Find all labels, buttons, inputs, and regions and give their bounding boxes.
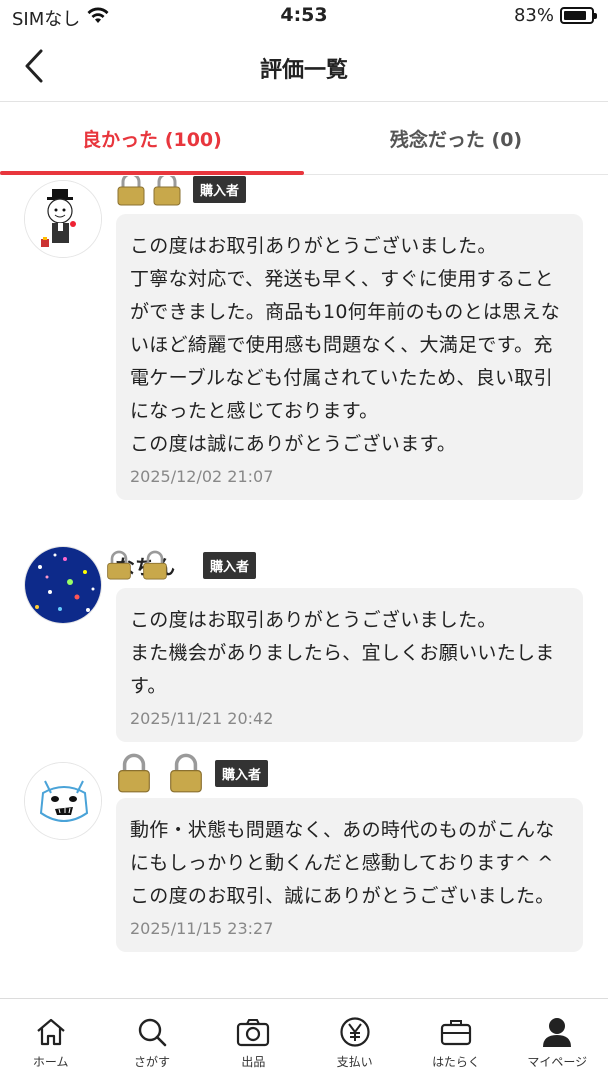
review-comment: この度はお取引ありがとうございました。 丁寧な対応で、発送も早く、すぐに使用する… xyxy=(130,235,561,455)
nav-label: 出品 xyxy=(241,1055,266,1069)
tab-bar: 良かった (100) 残念だった (0) xyxy=(0,103,608,175)
review-date: 2025/12/02 21:07 xyxy=(130,467,274,486)
buyer-badge: 購入者 xyxy=(193,176,247,203)
home-icon xyxy=(34,1015,68,1049)
review-bubble: 動作・状態も問題なく、あの時代のものがこんなにもしっかりと動くんだと感動しており… xyxy=(116,798,583,952)
search-icon xyxy=(135,1015,169,1049)
nav-home[interactable]: ホーム xyxy=(0,999,101,1080)
status-bar: SIMなし 4:53 83% xyxy=(0,0,608,34)
status-right: 83% xyxy=(513,5,597,26)
tab-good[interactable]: 良かった (100) xyxy=(0,103,304,175)
nav-label: さがす xyxy=(133,1055,170,1069)
tab-bad[interactable]: 残念だった (0) xyxy=(304,103,608,174)
lock-icon xyxy=(143,550,167,580)
review-bubble: この度はお取引ありがとうございました。 また機会がありましたら、宜しくお願いいた… xyxy=(116,588,583,742)
camera-icon xyxy=(236,1015,270,1049)
nav-work[interactable]: はたらく xyxy=(405,999,506,1080)
avatar[interactable] xyxy=(24,180,102,258)
review-date: 2025/11/15 23:27 xyxy=(130,919,274,938)
yen-icon xyxy=(338,1015,372,1049)
lock-icon xyxy=(153,176,181,206)
lock-icon xyxy=(170,753,202,793)
avatar[interactable] xyxy=(24,762,102,840)
lock-icon xyxy=(107,550,131,580)
reviewer-row: 購入者 xyxy=(115,753,269,793)
review-date: 2025/11/21 20:42 xyxy=(130,709,274,728)
review-list[interactable]: 購入者 この度はお取引ありがとうございました。 丁寧な対応で、発送も早く、すぐに… xyxy=(0,176,608,998)
bottom-nav: ホーム さがす 出品 支払い はたらく マイページ xyxy=(0,998,608,1080)
reviewer-row: なちん 購入者 xyxy=(107,548,257,582)
nav-mypage[interactable]: マイページ xyxy=(507,999,608,1080)
review-bubble: この度はお取引ありがとうございました。 丁寧な対応で、発送も早く、すぐに使用する… xyxy=(116,214,583,500)
lock-icon-group xyxy=(115,753,205,793)
review-comment: この度はお取引ありがとうございました。 また機会がありましたら、宜しくお願いいた… xyxy=(130,609,555,697)
lock-icon xyxy=(117,176,145,206)
buyer-badge: 購入者 xyxy=(215,759,269,787)
nav-label: マイページ xyxy=(527,1055,588,1069)
nav-search[interactable]: さがす xyxy=(101,999,202,1080)
back-button[interactable] xyxy=(14,44,54,88)
nav-label: はたらく xyxy=(432,1055,480,1069)
nav-label: ホーム xyxy=(32,1055,69,1069)
buyer-badge: 購入者 xyxy=(203,551,257,579)
chevron-left-icon xyxy=(25,49,43,83)
person-icon xyxy=(540,1015,574,1049)
reviewer-row: 購入者 xyxy=(115,176,247,206)
nav-payment[interactable]: 支払い xyxy=(304,999,405,1080)
lock-icon xyxy=(118,753,150,793)
briefcase-icon xyxy=(439,1015,473,1049)
review-comment: 動作・状態も問題なく、あの時代のものがこんなにもしっかりと動くんだと感動しており… xyxy=(130,819,555,907)
reviewer-name: なちん xyxy=(107,550,175,580)
lock-icon-group xyxy=(115,176,183,206)
nav-sell[interactable]: 出品 xyxy=(203,999,304,1080)
nav-header: 評価一覧 xyxy=(0,34,608,102)
nav-label: 支払い xyxy=(336,1055,373,1069)
battery-percent: 83% xyxy=(513,5,554,26)
page-title: 評価一覧 xyxy=(259,58,348,83)
avatar[interactable] xyxy=(24,546,102,624)
battery-icon xyxy=(560,7,597,24)
